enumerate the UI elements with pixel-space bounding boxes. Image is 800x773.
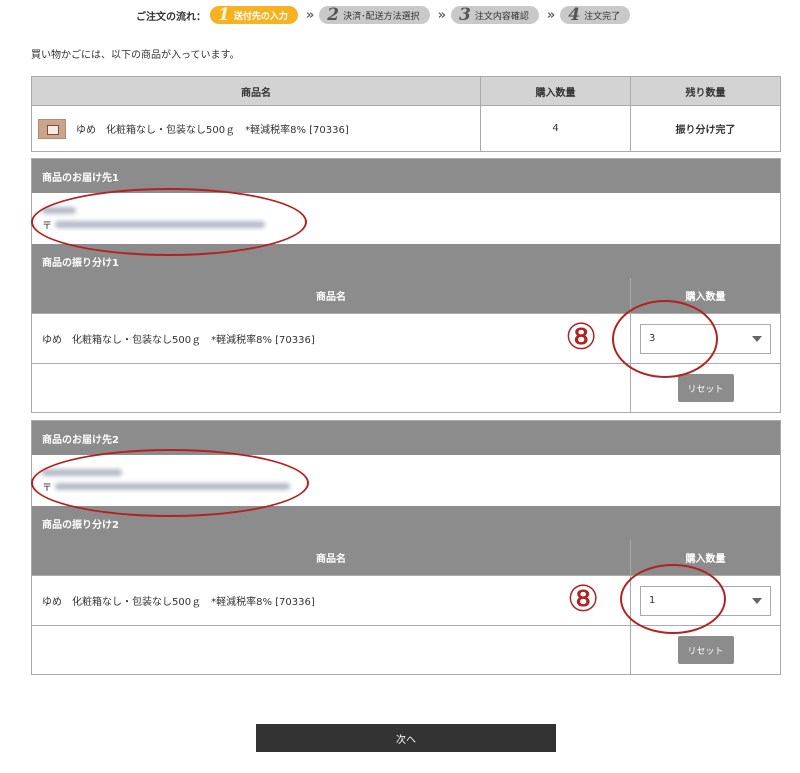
order-flow-progress: ご注文の流れ： 1 送付先の入力 » 2 決済･配送方法選択 » 3 注文内容確… (136, 5, 631, 25)
qty-selected-value: 1 (649, 595, 656, 606)
product-name: ゆめ 化粧箱なし・包装なし500ｇ *軽減税率8% [70336] (42, 597, 315, 608)
step-label: 注文内容確認 (474, 11, 529, 22)
destination-header: 商品のお届け先1 (32, 159, 780, 193)
product-name: ゆめ 化粧箱なし・包装なし500ｇ *軽減税率8% [70336] (76, 125, 349, 136)
reset-button[interactable]: リセット (677, 636, 734, 664)
step-label: 送付先の入力 (233, 11, 288, 22)
table-row: ゆめ 化粧箱なし・包装なし500ｇ *軽減税率8% [70336] 4 振り分け… (32, 105, 780, 151)
flow-arrow-icon: » (546, 7, 556, 23)
cart-intro-text: 買い物かごには、以下の商品が入っています。 (31, 50, 240, 61)
blurred-name (42, 206, 76, 214)
postal-mark: 〒 (42, 220, 52, 232)
product-thumbnail (38, 118, 66, 139)
step-number: 1 (218, 5, 230, 25)
allocation-product-cell: ゆめ 化粧箱なし・包装なし500ｇ *軽減税率8% [70336] ⑧ (32, 576, 631, 625)
step-label: 注文完了 (584, 11, 621, 22)
product-qty: 4 (481, 105, 631, 151)
postal-mark: 〒 (42, 482, 52, 494)
step-label: 決済･配送方法選択 (343, 11, 420, 22)
table-row: ゆめ 化粧箱なし・包装なし500ｇ *軽減税率8% [70336] ⑧ 3 (32, 313, 780, 363)
step-number: 3 (459, 5, 471, 25)
allocation-header: 商品の振り分け2 (32, 506, 780, 540)
annotation-marker: ⑧ (565, 317, 598, 358)
flow-arrow-icon: » (437, 7, 447, 23)
step-number: 2 (327, 5, 340, 25)
next-button[interactable]: 次へ (256, 724, 556, 752)
chevron-down-icon (752, 335, 762, 342)
reset-cell: リセット (631, 364, 780, 412)
step-2-payment-shipping: 2 決済･配送方法選択 (319, 5, 430, 25)
delivery-block-1: 商品のお届け先1 〒 商品の振り分け1 商品名 購入数量 ゆめ 化粧箱なし・包装… (31, 158, 781, 413)
col-header-qty: 購入数量 (481, 77, 631, 105)
qty-cell: 3 (631, 314, 780, 363)
annotation-marker: ⑧ (567, 579, 600, 620)
qty-select[interactable]: 1 (640, 585, 771, 616)
col-header-product: 商品名 (32, 540, 631, 575)
remaining-status: 振り分け完了 (631, 105, 780, 151)
destination-header: 商品のお届け先2 (32, 421, 780, 455)
chevron-down-icon (752, 597, 762, 604)
cart-table: 商品名 購入数量 残り数量 ゆめ 化粧箱なし・包装なし500ｇ *軽減税率8% … (31, 76, 781, 152)
destination-address: 〒 (32, 455, 780, 506)
col-header-qty: 購入数量 (685, 554, 726, 565)
empty-cell (32, 364, 631, 412)
empty-cell (32, 626, 631, 674)
address-name-blurred (42, 465, 770, 479)
allocation-product-cell: ゆめ 化粧箱なし・包装なし500ｇ *軽減税率8% [70336] ⑧ (32, 314, 631, 363)
allocation-header: 商品の振り分け1 (32, 244, 780, 278)
step-number: 4 (568, 5, 581, 25)
flow-arrow-icon: » (305, 7, 315, 23)
blurred-address (55, 482, 290, 490)
col-header-product: 商品名 (32, 278, 631, 313)
col-header-qty: 購入数量 (685, 292, 726, 303)
reset-row: リセット (32, 363, 780, 412)
reset-row: リセット (32, 625, 780, 674)
step-1-shipping-input: 1 送付先の入力 (210, 6, 298, 24)
step-4-order-complete: 4 注文完了 (560, 5, 631, 25)
step-3-order-confirm: 3 注文内容確認 (451, 6, 539, 24)
allocation-table-header: 商品名 購入数量 (32, 278, 780, 313)
address-name-blurred (42, 203, 770, 217)
reset-button[interactable]: リセット (677, 374, 734, 402)
flow-label: ご注文の流れ： (136, 11, 206, 23)
qty-cell: 1 (631, 576, 780, 625)
blurred-name (42, 468, 122, 476)
col-header-product: 商品名 (32, 77, 481, 105)
col-header-remaining: 残り数量 (631, 77, 780, 105)
cart-table-header: 商品名 購入数量 残り数量 (32, 77, 780, 105)
destination-address: 〒 (32, 193, 780, 244)
qty-selected-value: 3 (649, 333, 656, 344)
product-cell: ゆめ 化粧箱なし・包装なし500ｇ *軽減税率8% [70336] (32, 105, 481, 151)
allocation-table-header: 商品名 購入数量 (32, 540, 780, 575)
address-line-blurred: 〒 (42, 217, 770, 232)
product-name: ゆめ 化粧箱なし・包装なし500ｇ *軽減税率8% [70336] (42, 335, 315, 346)
reset-cell: リセット (631, 626, 780, 674)
delivery-block-2: 商品のお届け先2 〒 商品の振り分け2 商品名 購入数量 ゆめ 化粧箱なし・包装… (31, 420, 781, 675)
table-row: ゆめ 化粧箱なし・包装なし500ｇ *軽減税率8% [70336] ⑧ 1 (32, 575, 780, 625)
qty-select[interactable]: 3 (640, 323, 771, 354)
address-line-blurred: 〒 (42, 479, 770, 494)
blurred-address (55, 220, 265, 228)
